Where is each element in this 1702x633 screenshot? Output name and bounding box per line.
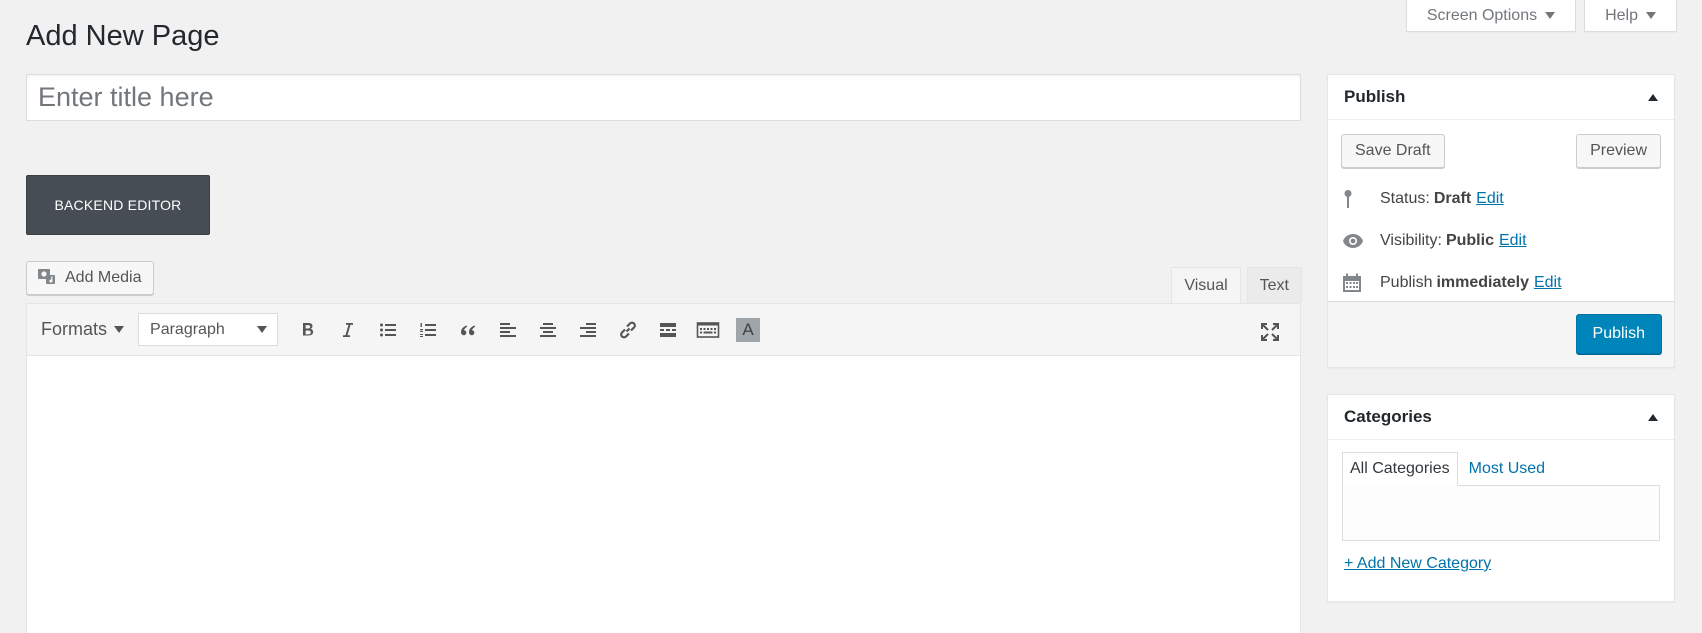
status-row: Status: Draft Edit xyxy=(1328,178,1674,220)
caret-down-icon xyxy=(114,326,125,333)
numbered-list-icon xyxy=(420,322,437,337)
caret-down-icon xyxy=(1646,12,1656,19)
bold-button[interactable] xyxy=(288,310,328,350)
publish-date-row: Publish immediately Edit xyxy=(1328,262,1674,304)
align-center-icon xyxy=(540,322,557,337)
visibility-value: Public xyxy=(1445,232,1494,249)
visibility-row: Visibility: Public Edit xyxy=(1328,220,1674,262)
categories-tabs: All Categories Most Used xyxy=(1328,440,1674,486)
page-title: Add New Page xyxy=(26,20,220,52)
tab-visual[interactable]: Visual xyxy=(1171,267,1241,304)
status-edit-link[interactable]: Edit xyxy=(1476,190,1504,208)
eye-icon xyxy=(1342,233,1370,249)
italic-button[interactable] xyxy=(328,310,368,350)
align-right-button[interactable] xyxy=(568,310,608,350)
collapse-arrow-icon[interactable] xyxy=(1648,93,1658,101)
visibility-label: Visibility: xyxy=(1380,232,1442,249)
publish-box-header[interactable]: Publish xyxy=(1328,75,1674,120)
publish-box: Publish Save Draft Preview Status: Draft… xyxy=(1327,74,1675,368)
bulleted-list-button[interactable] xyxy=(368,310,408,350)
screen-options-button[interactable]: Screen Options xyxy=(1405,0,1577,32)
insert-link-button[interactable] xyxy=(608,310,648,350)
italic-icon xyxy=(343,322,354,337)
categories-box-title: Categories xyxy=(1344,407,1432,426)
editor-tabs: Visual Text xyxy=(1171,267,1302,304)
categories-box-header[interactable]: Categories xyxy=(1328,395,1674,440)
formats-label: Formats xyxy=(41,319,108,339)
screen-meta-links: Screen Options Help xyxy=(1405,0,1677,32)
block-format-select[interactable]: Paragraph xyxy=(138,313,279,346)
publish-date-edit-link[interactable]: Edit xyxy=(1534,274,1562,292)
pin-icon xyxy=(1342,189,1370,209)
add-media-button[interactable]: Add Media xyxy=(26,261,154,295)
read-more-button[interactable] xyxy=(648,310,688,350)
bold-icon xyxy=(303,322,314,335)
editor-toolbar: Formats Paragraph A xyxy=(27,304,1300,356)
align-center-button[interactable] xyxy=(528,310,568,350)
align-left-button[interactable] xyxy=(488,310,528,350)
text-color-button[interactable]: A xyxy=(728,310,768,350)
publish-box-title: Publish xyxy=(1344,87,1406,106)
formats-menu-button[interactable]: Formats xyxy=(41,319,125,340)
help-button[interactable]: Help xyxy=(1584,0,1677,32)
add-media-icon xyxy=(37,266,57,291)
publish-button[interactable]: Publish xyxy=(1575,314,1662,354)
help-label: Help xyxy=(1605,6,1638,24)
calendar-icon xyxy=(1342,273,1370,293)
tab-text[interactable]: Text xyxy=(1246,267,1302,303)
blockquote-icon xyxy=(461,325,476,335)
block-format-value: Paragraph xyxy=(150,320,225,338)
backend-editor-button[interactable]: BACKEND EDITOR xyxy=(26,175,210,235)
status-label: Status: xyxy=(1380,190,1430,207)
publish-minor-actions: Save Draft Preview xyxy=(1328,120,1674,168)
read-more-icon xyxy=(660,322,677,337)
fullscreen-button[interactable] xyxy=(1250,312,1290,352)
publish-major-actions: Publish xyxy=(1328,301,1674,367)
fullscreen-icon xyxy=(1261,323,1279,341)
caret-down-icon xyxy=(257,326,268,333)
toolbar-toggle-button[interactable] xyxy=(688,310,728,350)
editor-content-area[interactable] xyxy=(27,356,1300,633)
content-editor: Formats Paragraph A xyxy=(26,303,1301,633)
blockquote-button[interactable] xyxy=(448,310,488,350)
tab-most-used[interactable]: Most Used xyxy=(1462,452,1552,486)
tab-all-categories[interactable]: All Categories xyxy=(1342,452,1458,486)
save-draft-button[interactable]: Save Draft xyxy=(1341,134,1445,168)
caret-down-icon xyxy=(1545,12,1556,19)
numbered-list-button[interactable] xyxy=(408,310,448,350)
align-right-icon xyxy=(580,322,597,337)
screen-options-label: Screen Options xyxy=(1426,6,1538,24)
insert-link-icon xyxy=(620,321,636,338)
status-value: Draft xyxy=(1433,190,1472,207)
categories-box: Categories All Categories Most Used + Ad… xyxy=(1327,394,1675,602)
visibility-edit-link[interactable]: Edit xyxy=(1499,232,1527,250)
bulleted-list-icon xyxy=(380,323,397,336)
add-new-category-link[interactable]: + Add New Category xyxy=(1344,555,1674,573)
align-left-icon xyxy=(500,322,517,337)
text-color-icon: A xyxy=(736,317,761,342)
preview-button[interactable]: Preview xyxy=(1576,134,1661,168)
publish-label: Publish xyxy=(1380,274,1433,291)
collapse-arrow-icon[interactable] xyxy=(1648,413,1658,421)
categories-checklist xyxy=(1342,485,1660,541)
title-input[interactable] xyxy=(26,74,1301,121)
add-media-label: Add Media xyxy=(65,269,142,286)
publish-value: immediately xyxy=(1436,274,1529,291)
toolbar-toggle-icon xyxy=(696,321,720,338)
text-color-glyph: A xyxy=(742,319,754,339)
